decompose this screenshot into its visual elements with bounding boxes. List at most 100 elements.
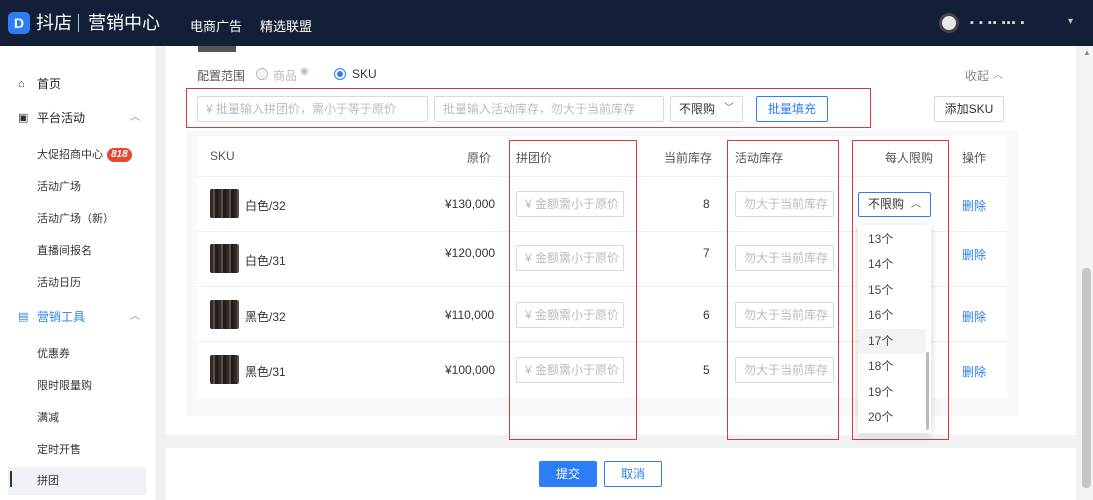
col-header-action: 操作 — [962, 151, 987, 165]
logo-icon[interactable]: D — [8, 12, 30, 34]
batch-stock-input[interactable]: 批量输入活动库存，勿大于当前库存 — [434, 96, 664, 122]
delete-link[interactable]: 删除 — [962, 197, 986, 214]
sku-name: 黑色/32 — [245, 310, 286, 324]
user-menu-caret-icon[interactable]: ▾ — [1068, 16, 1073, 27]
sidebar-item-label: 满减 — [37, 412, 59, 424]
chevron-up-icon[interactable]: ︿ — [993, 66, 1003, 81]
sidebar-item-promo-center[interactable]: 大促招商中心 818 — [0, 141, 155, 169]
chevron-up-icon: ︿ — [130, 112, 140, 123]
sidebar-group-label: 营销工具 — [37, 310, 86, 324]
col-header-limit: 每人限购 — [885, 151, 934, 165]
active-indicator — [10, 471, 12, 487]
sidebar-group-tools[interactable]: ▤ 营销工具 ︿ — [0, 303, 155, 331]
group-price-input[interactable]: ¥ 金额需小于原价 — [516, 245, 624, 271]
sidebar-item-label: 拼团 — [37, 475, 59, 487]
group-price-input[interactable]: ¥ 金额需小于原价 — [516, 302, 624, 328]
dropdown-option[interactable]: 16个 — [858, 303, 926, 328]
collapse-link[interactable]: 收起 — [965, 67, 989, 84]
info-icon: ◉ — [300, 66, 309, 77]
sidebar-item-label: 活动广场（新） — [37, 213, 114, 225]
activity-stock-input[interactable]: 勿大于当前库存 — [735, 191, 834, 217]
group-price-input[interactable]: ¥ 金额需小于原价 — [516, 357, 624, 383]
activity-stock-input[interactable]: 勿大于当前库存 — [735, 357, 834, 383]
nav-ads[interactable]: 电商广告 — [190, 16, 242, 35]
group-price-input[interactable]: ¥ 金额需小于原价 — [516, 191, 624, 217]
delete-link[interactable]: 删除 — [962, 363, 986, 380]
radio-sku[interactable] — [334, 68, 346, 80]
brand-divider — [78, 14, 79, 32]
limit-dropdown-menu: 13个 14个 15个 16个 17个 18个 19个 20个 — [858, 225, 931, 433]
sidebar-item-label: 大促招商中心 — [37, 149, 103, 161]
select-value: 不限购 — [679, 102, 716, 116]
original-price: ¥130,000 — [445, 197, 496, 211]
sidebar-group-label: 平台活动 — [37, 111, 86, 125]
sidebar-item-live-signup[interactable]: 直播间报名 — [0, 237, 155, 265]
config-scope-label: 配置范围 — [197, 69, 246, 83]
sku-thumbnail — [210, 355, 239, 384]
brand-subtitle: 营销中心 — [88, 13, 160, 33]
radio-product[interactable] — [256, 68, 268, 80]
original-price: ¥110,000 — [445, 308, 495, 322]
batch-limit-select[interactable]: 不限购 ﹀ — [670, 96, 743, 122]
sidebar-item-activity-square[interactable]: 活动广场 — [0, 173, 155, 201]
nav-alliance[interactable]: 精选联盟 — [260, 16, 312, 35]
limit-select-open[interactable]: 不限购 ︿ — [858, 192, 931, 217]
current-stock: 5 — [703, 363, 710, 377]
dropdown-option[interactable]: 13个 — [858, 227, 926, 252]
sidebar-item-home[interactable]: ⌂ 首页 — [0, 70, 155, 98]
sidebar-item-group-buy[interactable]: 拼团 — [8, 467, 146, 495]
col-header-stock: 当前库存 — [664, 151, 713, 165]
scroll-up-icon[interactable]: ▲ — [1083, 48, 1091, 57]
batch-price-input[interactable]: ¥ 批量输入拼团价，需小于等于原价 — [197, 96, 428, 122]
dropdown-option[interactable]: 20个 — [858, 405, 926, 430]
dropdown-option-hovered[interactable]: 17个 — [858, 329, 926, 354]
sidebar-item-label: 直播间报名 — [37, 245, 92, 257]
sidebar-item-label: 活动广场 — [37, 181, 81, 193]
chevron-up-icon: ︿ — [911, 199, 921, 210]
col-header-activity-stock: 活动库存 — [735, 151, 784, 165]
delete-link[interactable]: 删除 — [962, 246, 986, 263]
sidebar-item-scheduled-sale[interactable]: 定时开售 — [0, 436, 155, 464]
tools-icon: ▤ — [18, 311, 29, 323]
delete-link[interactable]: 删除 — [962, 308, 986, 325]
cancel-button[interactable]: 取消 — [604, 461, 662, 487]
page-scrollbar-thumb[interactable] — [1082, 268, 1091, 488]
top-bar: D 抖店 营销中心 电商广告 精选联盟 ▪ ▪ ▪▪ ▪▪▪ ▪ ▾ — [0, 0, 1093, 46]
brand-name: 抖店 — [36, 13, 72, 33]
sku-thumbnail — [210, 189, 239, 218]
batch-fill-button[interactable]: 批量填充 — [756, 96, 828, 122]
avatar[interactable] — [939, 13, 959, 33]
sidebar-item-activity-square-new[interactable]: 活动广场（新） — [0, 205, 155, 233]
user-name[interactable]: ▪ ▪ ▪▪ ▪▪▪ ▪ — [970, 17, 1025, 29]
col-header-sku: SKU — [210, 149, 235, 163]
current-stock: 6 — [703, 308, 710, 322]
sidebar-item-discount[interactable]: 满减 — [0, 404, 155, 432]
activity-stock-input[interactable]: 勿大于当前库存 — [735, 245, 834, 271]
sidebar-item-label: 定时开售 — [37, 444, 81, 456]
sidebar-item-activity-calendar[interactable]: 活动日历 — [0, 269, 155, 297]
radio-sku-label: SKU — [352, 67, 377, 81]
col-header-group-price: 拼团价 — [516, 151, 553, 165]
sku-thumbnail — [210, 244, 239, 273]
chevron-up-icon: ︿ — [130, 311, 140, 322]
dropdown-option[interactable]: 15个 — [858, 278, 926, 303]
dropdown-option[interactable]: 19个 — [858, 380, 926, 405]
activity-stock-input[interactable]: 勿大于当前库存 — [735, 302, 834, 328]
submit-button[interactable]: 提交 — [539, 461, 597, 487]
sidebar-item-label: 首页 — [37, 77, 62, 91]
dropdown-scrollbar[interactable] — [926, 352, 929, 430]
dropdown-option[interactable]: 14个 — [858, 252, 926, 277]
calendar-icon: ▣ — [18, 112, 29, 124]
sidebar-item-flash-sale[interactable]: 限时限量购 — [0, 372, 155, 400]
sidebar-item-label: 优惠券 — [37, 348, 70, 360]
sidebar-item-coupon[interactable]: 优惠券 — [0, 340, 155, 368]
product-thumbnail-partial — [198, 46, 236, 52]
sku-name: 白色/32 — [245, 199, 286, 213]
sku-name: 黑色/31 — [245, 365, 286, 379]
col-header-price: 原价 — [467, 151, 492, 165]
dropdown-option[interactable]: 18个 — [858, 354, 926, 379]
original-price: ¥120,000 — [445, 246, 496, 260]
add-sku-button[interactable]: 添加SKU — [934, 96, 1004, 122]
original-price: ¥100,000 — [445, 363, 496, 377]
sidebar-group-platform[interactable]: ▣ 平台活动 ︿ — [0, 104, 155, 132]
